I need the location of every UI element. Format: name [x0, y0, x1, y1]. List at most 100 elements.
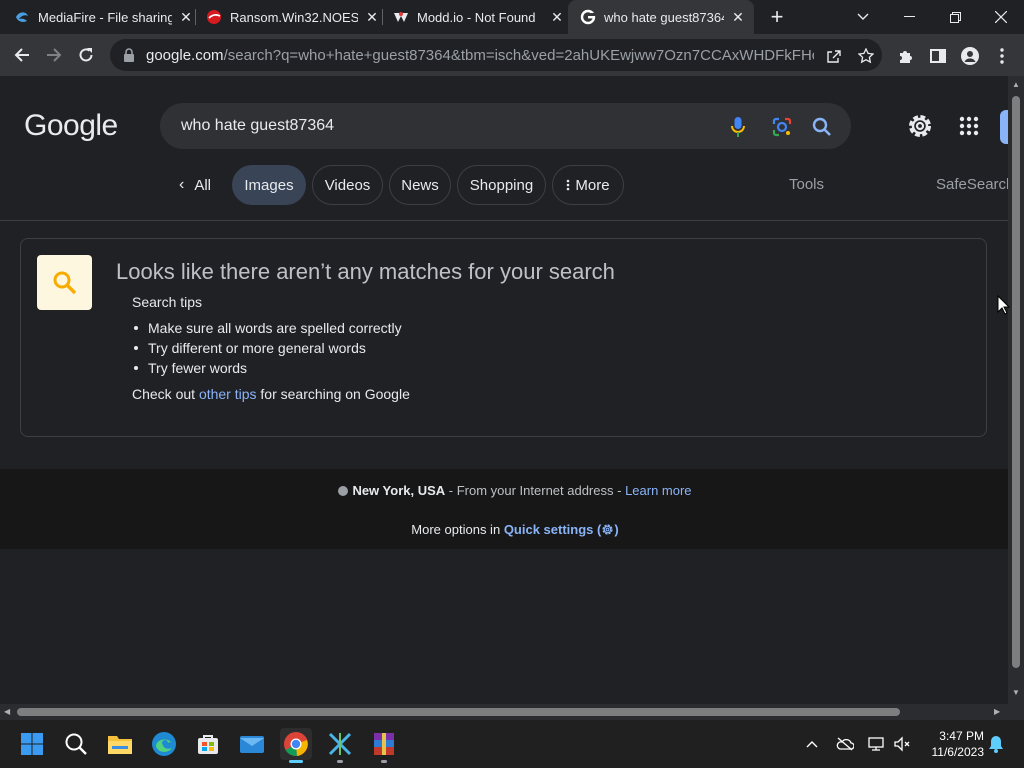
other-tips-link[interactable]: other tips — [199, 386, 257, 402]
scroll-right-arrow-icon[interactable]: ▶ — [994, 707, 1000, 716]
scroll-up-arrow-icon[interactable]: ▲ — [1012, 80, 1020, 89]
puzzle-icon — [900, 51, 912, 63]
quick-settings-label: Quick settings — [503, 522, 594, 537]
horizontal-scrollbar[interactable]: ◀ ▶ — [0, 704, 1024, 720]
new-tab-button[interactable]: + — [754, 0, 800, 34]
network-button[interactable] — [866, 734, 886, 754]
cursor-arrow-icon — [997, 294, 1011, 315]
system-clock[interactable]: 3:47 PM 11/6/2023 — [920, 728, 985, 760]
search-box[interactable]: who hate guest87364 — [160, 103, 851, 149]
share-button[interactable] — [825, 47, 843, 65]
minimize-icon — [903, 16, 915, 17]
person-icon — [961, 47, 979, 65]
share-icon — [827, 50, 841, 63]
folder-icon — [108, 736, 132, 754]
tab-separator — [195, 9, 196, 25]
taskbar-search-button[interactable] — [60, 728, 92, 760]
tab-title: Ransom.Win32.NOESC — [230, 9, 358, 25]
apps-grid-icon — [959, 116, 979, 136]
moddio-icon — [394, 12, 408, 22]
star-icon — [858, 48, 874, 64]
lock-icon[interactable] — [122, 48, 136, 62]
forward-button[interactable] — [44, 45, 64, 65]
show-hidden-icons-button[interactable] — [802, 734, 822, 754]
kebab-menu-icon — [1000, 48, 1004, 64]
cloud-offline-icon — [836, 737, 854, 751]
restore-button[interactable] — [932, 0, 978, 34]
speaker-muted-icon — [894, 736, 910, 752]
tab-moddio[interactable]: Modd.io - Not Found ✕ — [393, 0, 565, 34]
learn-more-link[interactable]: Learn more — [625, 483, 691, 498]
location-dot-icon — [338, 486, 349, 496]
kebab-menu-icon — [567, 179, 570, 191]
reload-button[interactable] — [76, 45, 96, 65]
search-button[interactable] — [811, 116, 833, 138]
tools-button[interactable]: Tools — [789, 176, 824, 193]
taskbar-store[interactable] — [192, 728, 224, 760]
vertical-scrollbar[interactable]: ▲ ▼ — [1008, 76, 1024, 704]
chrome-menu-button[interactable] — [991, 45, 1013, 67]
tab-title: Modd.io - Not Found — [417, 9, 536, 25]
safesearch-button[interactable]: SafeSearch — [936, 176, 1008, 193]
bookmark-button[interactable] — [857, 47, 875, 65]
account-avatar[interactable] — [1000, 110, 1008, 144]
google-apps-button[interactable] — [957, 114, 981, 138]
tab-mediafire[interactable]: MediaFire - File sharing ✕ — [14, 0, 194, 34]
scrollbar-thumb[interactable] — [17, 708, 900, 716]
chip-images[interactable]: Images — [232, 165, 306, 205]
address-bar[interactable]: google.com/search?q=who+hate+guest87364&… — [110, 39, 882, 71]
search-input[interactable]: who hate guest87364 — [181, 117, 334, 135]
google-logo[interactable]: Google — [24, 109, 118, 143]
scroll-down-arrow-icon[interactable]: ▼ — [1012, 688, 1020, 697]
chip-videos[interactable]: Videos — [312, 165, 383, 205]
chevron-up-icon — [806, 741, 818, 748]
notifications-button[interactable] — [986, 734, 1006, 754]
windows-taskbar: 3:47 PM 11/6/2023 — [0, 720, 1024, 768]
onedrive-button[interactable] — [835, 734, 855, 754]
network-icon — [868, 737, 884, 751]
tab-google-search[interactable]: who hate guest87364 ✕ — [568, 0, 754, 34]
close-icon[interactable]: ✕ — [549, 9, 565, 26]
taskbar-chrome[interactable] — [280, 728, 312, 763]
close-icon[interactable]: ✕ — [364, 9, 380, 26]
scroll-left-arrow-icon[interactable]: ◀ — [4, 707, 10, 716]
running-indicator — [337, 760, 343, 763]
settings-button[interactable] — [906, 112, 934, 140]
voice-search-button[interactable] — [727, 116, 749, 138]
back-arrow-icon — [14, 48, 29, 62]
side-panel-button[interactable] — [927, 45, 949, 67]
close-window-button[interactable] — [978, 0, 1024, 34]
x-app-icon — [328, 732, 352, 756]
start-button[interactable] — [16, 728, 48, 760]
taskbar-mail[interactable] — [236, 728, 268, 760]
profile-button[interactable] — [959, 45, 981, 67]
close-icon[interactable]: ✕ — [178, 9, 194, 26]
chip-label: Shopping — [469, 176, 534, 194]
taskbar-edge[interactable] — [148, 728, 180, 760]
chip-all[interactable]: ‹ All — [170, 165, 220, 205]
close-icon — [995, 11, 1007, 23]
back-button[interactable] — [12, 45, 32, 65]
scrollbar-thumb[interactable] — [1012, 96, 1020, 668]
check-after: for searching on Google — [260, 386, 410, 402]
store-icon — [198, 735, 218, 754]
location-suffix: - From your Internet address - — [445, 483, 626, 498]
chip-shopping[interactable]: Shopping — [457, 165, 546, 205]
clock-date: 11/6/2023 — [931, 745, 985, 759]
side-panel-icon — [930, 49, 946, 63]
tab-ransom[interactable]: Ransom.Win32.NOESC ✕ — [206, 0, 380, 34]
close-icon[interactable]: ✕ — [730, 9, 746, 26]
volume-button[interactable] — [892, 734, 912, 754]
minimize-button[interactable] — [886, 0, 932, 34]
lens-search-button[interactable] — [771, 116, 793, 138]
chip-news[interactable]: News — [389, 165, 451, 205]
taskbar-app[interactable] — [324, 728, 356, 763]
quick-settings-link[interactable]: Quick settings () — [504, 522, 619, 537]
chip-more[interactable]: More — [552, 165, 624, 205]
taskbar-winrar[interactable] — [368, 728, 400, 763]
extensions-button[interactable] — [895, 45, 917, 67]
chip-label: Videos — [324, 176, 371, 194]
taskbar-file-explorer[interactable] — [104, 728, 136, 760]
chevron-down-icon — [857, 13, 869, 20]
tab-search-button[interactable] — [840, 0, 886, 34]
